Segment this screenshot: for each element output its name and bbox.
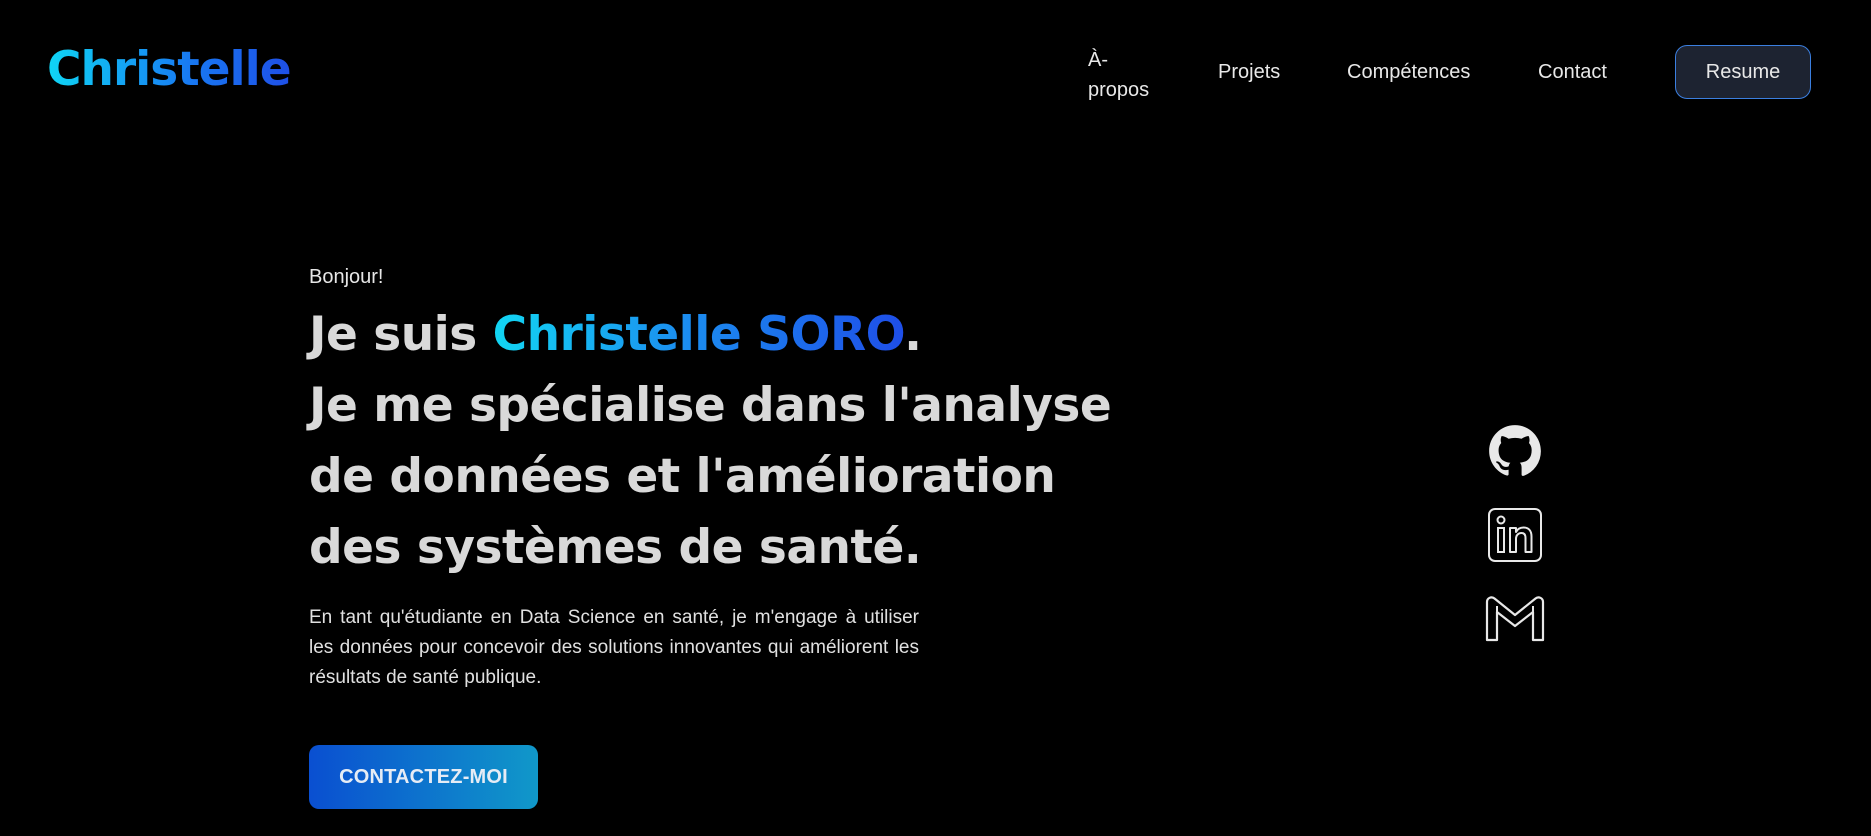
nav-link-projets[interactable]: Projets <box>1218 58 1280 86</box>
headline-prefix: Je suis <box>309 307 493 362</box>
hero-section: Bonjour! Je suis Christelle SORO. Je me … <box>309 266 1129 693</box>
hero-headline: Je suis Christelle SORO. Je me spécialis… <box>309 299 1129 583</box>
gmail-icon <box>1484 594 1546 644</box>
resume-button[interactable]: Resume <box>1675 45 1811 99</box>
main-nav: À-propos Projets Compétences Contact Res… <box>0 45 1871 105</box>
contact-me-button[interactable]: CONTACTEZ-MOI <box>309 745 538 809</box>
linkedin-link[interactable] <box>1480 507 1550 563</box>
nav-link-contact[interactable]: Contact <box>1538 58 1607 86</box>
hero-name: Christelle SORO <box>492 307 905 362</box>
gmail-link[interactable] <box>1480 594 1550 644</box>
linkedin-icon <box>1487 507 1543 563</box>
hero-intro: En tant qu'étudiante en Data Science en … <box>309 607 919 688</box>
headline-specialty: Je me spécialise dans l'analyse de donné… <box>309 378 1112 575</box>
headline-dot: . <box>904 307 922 362</box>
github-icon <box>1488 424 1542 478</box>
github-link[interactable] <box>1480 424 1550 478</box>
nav-link-a-propos[interactable]: À-propos <box>1088 45 1168 105</box>
nav-link-competences[interactable]: Compétences <box>1347 58 1470 86</box>
greeting-text: Bonjour! <box>309 266 384 288</box>
